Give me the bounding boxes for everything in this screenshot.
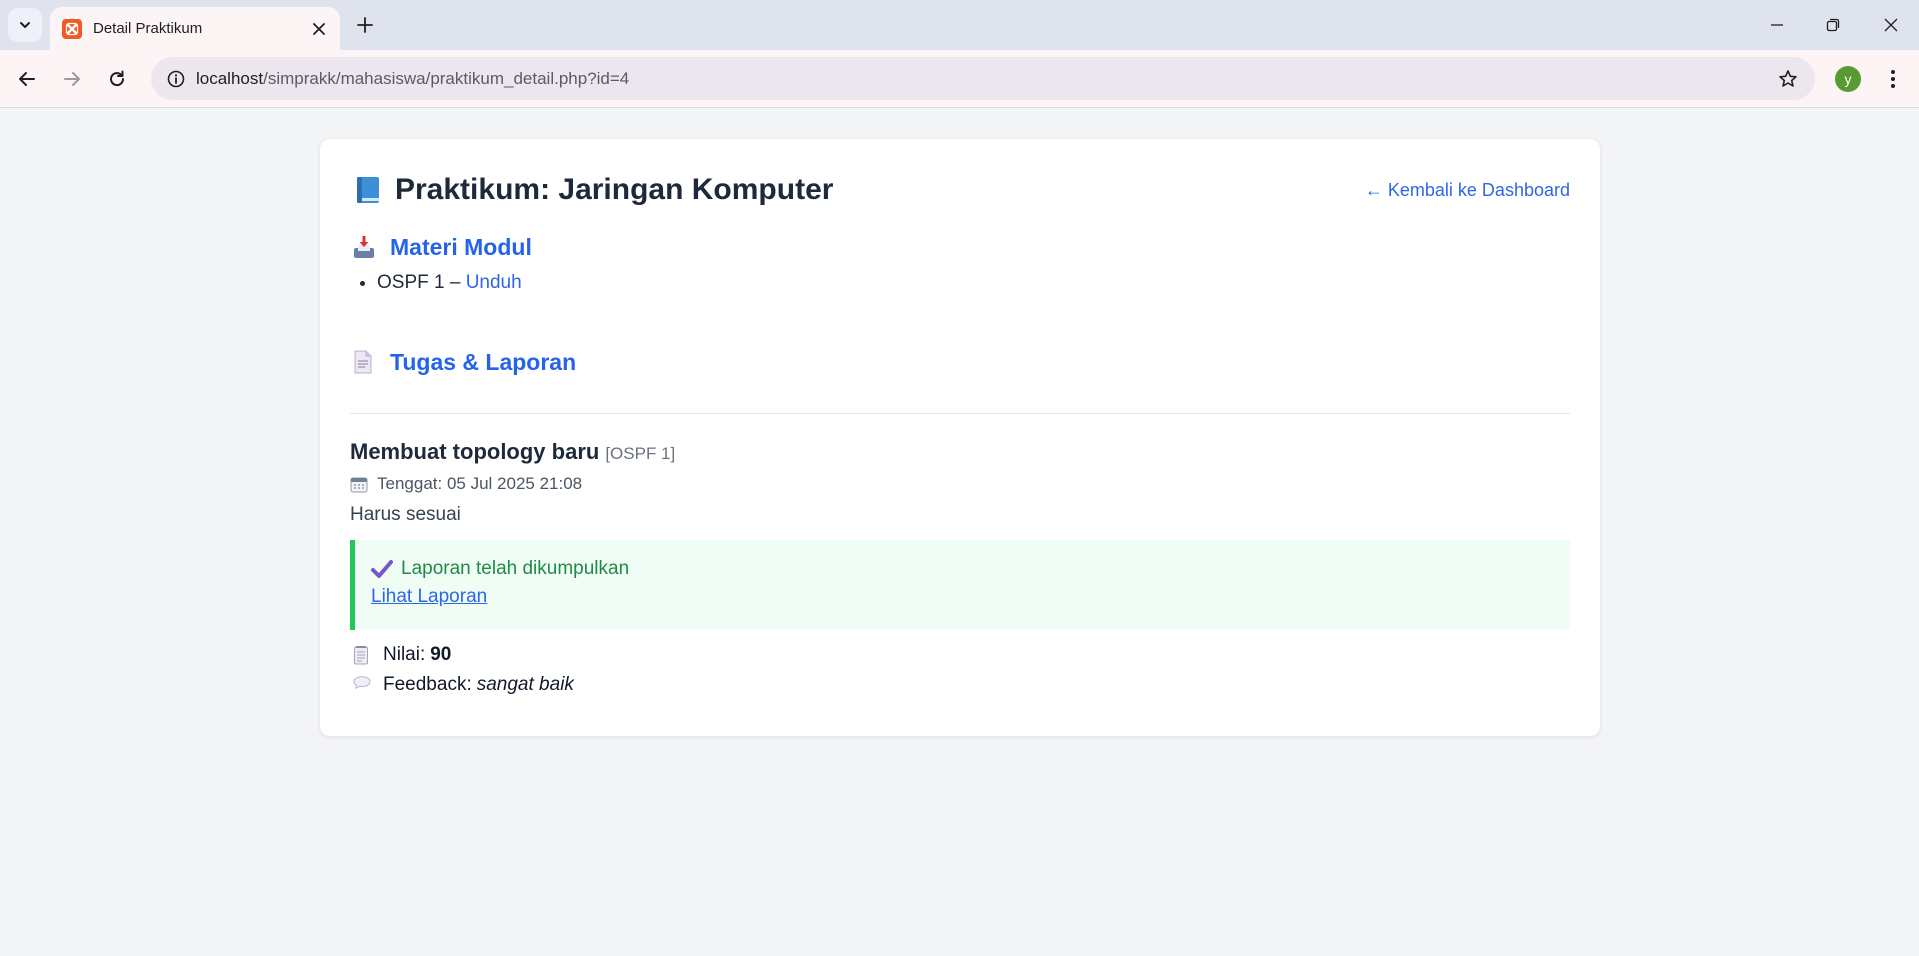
forward-arrow-icon — [64, 72, 80, 86]
materi-section-heading: Materi Modul — [350, 230, 1570, 264]
grade-line: Nilai: 90 — [350, 640, 1570, 670]
browser-menu-button[interactable] — [1880, 64, 1906, 94]
status-line: Laporan telah dikumpulkan — [371, 558, 1570, 580]
speech-bubble-icon — [353, 675, 371, 695]
inbox-tray-icon — [353, 235, 375, 259]
plus-icon — [357, 17, 373, 33]
modul-list: OSPF 1 – Unduh — [350, 272, 1570, 300]
url-path: /simprakk/mahasiswa/praktikum_detail.php… — [263, 69, 630, 88]
back-button[interactable] — [12, 64, 42, 94]
calendar-icon — [350, 476, 368, 493]
site-info-icon — [167, 70, 185, 88]
modul-separator: – — [444, 272, 466, 293]
xampp-favicon — [62, 18, 82, 39]
minimize-button[interactable] — [1762, 10, 1792, 40]
check-mark-icon — [371, 559, 393, 579]
active-tab[interactable]: Detail Praktikum — [50, 7, 340, 50]
notepad-icon — [353, 645, 371, 665]
restore-button[interactable] — [1818, 10, 1848, 40]
tugas-section-heading: Tugas & Laporan — [350, 345, 1570, 379]
submission-status-box: Laporan telah dikumpulkan Lihat Laporan — [350, 540, 1570, 630]
profile-avatar[interactable]: y — [1835, 66, 1861, 92]
materi-heading: Materi Modul — [390, 233, 532, 260]
tab-title: Detail Praktikum — [93, 20, 203, 37]
feedback-value: sangat baik — [476, 674, 574, 695]
reload-icon — [110, 70, 125, 87]
url-host: localhost — [196, 69, 264, 88]
task-deadline: Tenggat: 05 Jul 2025 21:08 — [350, 473, 1570, 495]
minimize-icon — [1771, 24, 1783, 26]
tugas-heading: Tugas & Laporan — [390, 348, 577, 375]
reload-button[interactable] — [102, 64, 132, 94]
browser-toolbar: localhost/simprakk/mahasiswa/praktikum_d… — [0, 50, 1919, 108]
grade-label: Nilai: — [383, 644, 426, 665]
close-icon — [313, 23, 325, 35]
modul-name: OSPF 1 — [377, 272, 445, 293]
browser-tab-bar: Detail Praktikum — [0, 0, 1919, 50]
task-description: Harus sesuai — [350, 504, 461, 525]
list-item: OSPF 1 – Unduh — [377, 272, 1570, 294]
task-module-tag: [OSPF 1] — [605, 444, 676, 463]
url-text[interactable]: localhost/simprakk/mahasiswa/praktikum_d… — [196, 69, 629, 89]
bookmark-star-icon — [1779, 70, 1797, 87]
page-title: Praktikum: Jaringan Komputer — [395, 173, 834, 206]
forward-button[interactable] — [57, 64, 87, 94]
book-icon — [355, 175, 381, 205]
address-bar[interactable]: localhost/simprakk/mahasiswa/praktikum_d… — [151, 57, 1815, 100]
tab-list-button[interactable] — [8, 8, 42, 42]
tab-list-icon — [20, 22, 30, 28]
feedback-label: Feedback: — [383, 674, 472, 695]
window-close-button[interactable] — [1876, 10, 1906, 40]
title-wrap: Praktikum: Jaringan Komputer — [350, 173, 833, 207]
view-report-link[interactable]: Lihat Laporan — [371, 586, 487, 608]
feedback-line: Feedback: sangat baik — [350, 670, 1570, 700]
grade-value: 90 — [430, 644, 452, 665]
card-header: Praktikum: Jaringan Komputer ← Kembali k… — [350, 168, 1570, 212]
task-title-line: Membuat topology baru [OSPF 1] — [350, 439, 1570, 467]
deadline-label: Tenggat: — [377, 474, 443, 493]
praktikum-detail-card: Praktikum: Jaringan Komputer ← Kembali k… — [320, 139, 1600, 736]
restore-icon — [1826, 18, 1840, 32]
status-text: Laporan telah dikumpulkan — [401, 558, 630, 579]
bookmark-button[interactable] — [1773, 64, 1803, 94]
back-to-dashboard-link[interactable]: ← Kembali ke Dashboard — [1365, 180, 1570, 201]
task-title: Membuat topology baru — [350, 439, 600, 464]
site-info-button[interactable] — [161, 64, 191, 94]
deadline-value: 05 Jul 2025 21:08 — [446, 474, 583, 493]
tab-close-button[interactable] — [308, 18, 330, 40]
new-tab-button[interactable] — [352, 12, 378, 38]
window-close-icon — [1884, 18, 1898, 32]
download-link[interactable]: Unduh — [466, 272, 522, 293]
divider — [350, 413, 1570, 414]
back-arrow-icon — [19, 72, 35, 86]
kebab-menu-icon — [1891, 70, 1895, 88]
page-document-icon — [353, 350, 375, 374]
